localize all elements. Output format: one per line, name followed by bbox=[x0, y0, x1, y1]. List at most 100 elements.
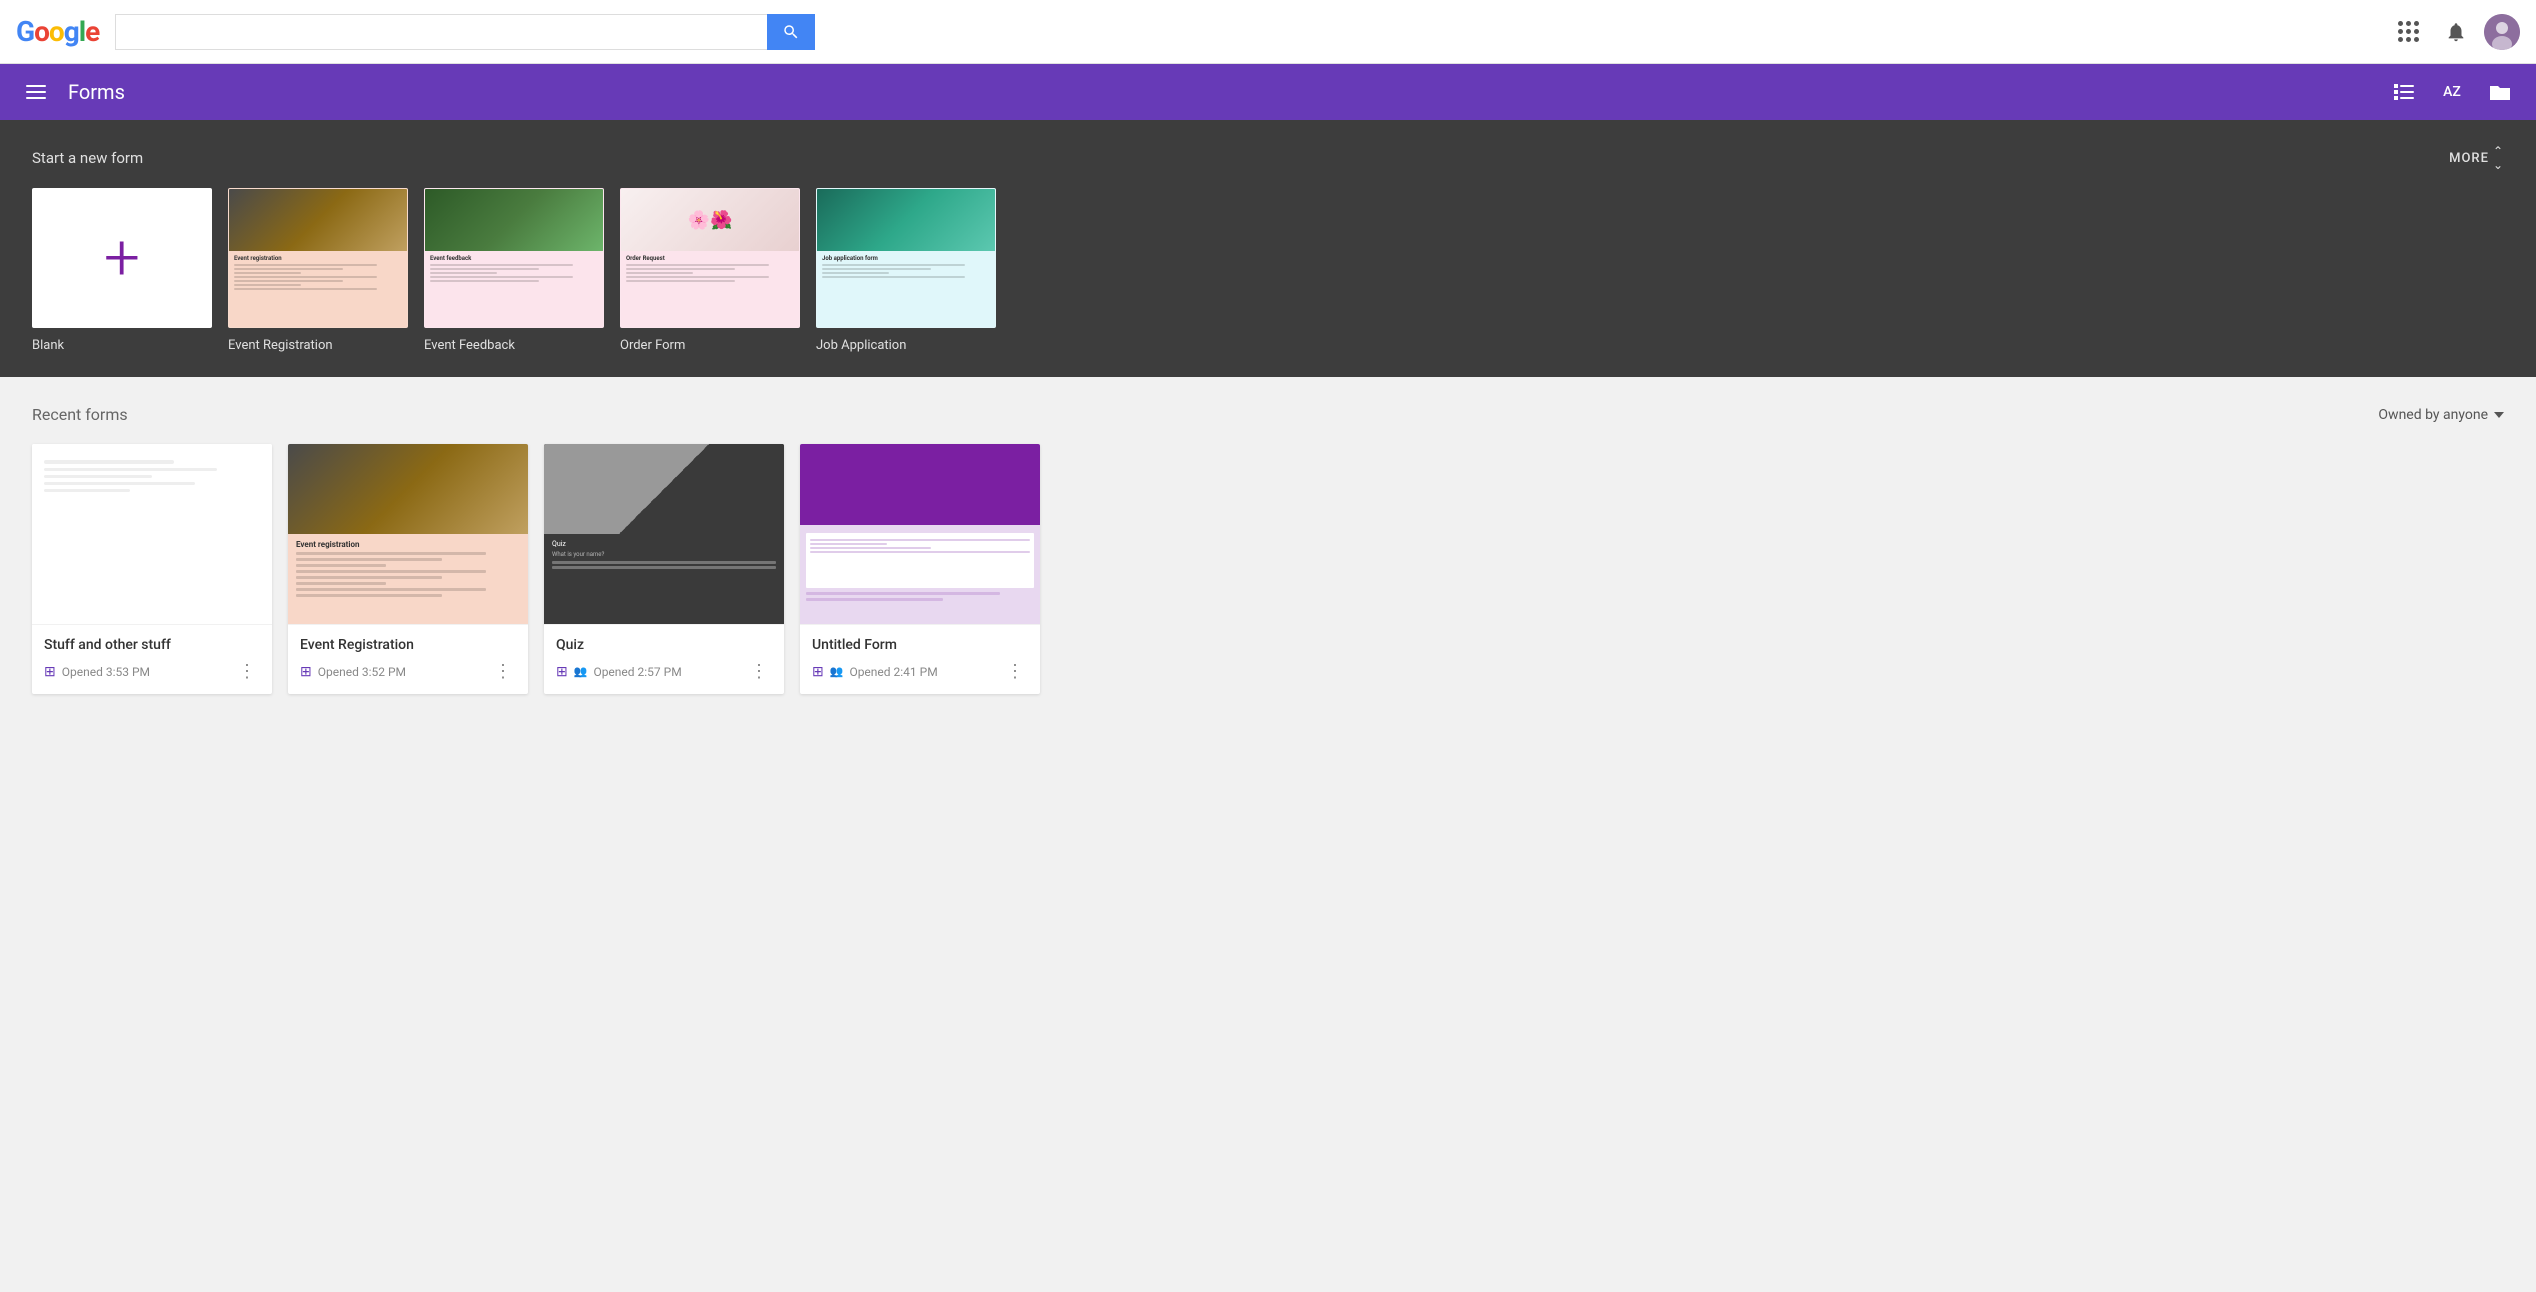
recent-card-info-stuff: ⊞ Opened 3:53 PM bbox=[44, 664, 150, 680]
owned-by-filter[interactable]: Owned by anyone bbox=[2378, 407, 2504, 423]
recent-opened-text-event-reg: Opened 3:52 PM bbox=[318, 665, 406, 679]
template-thumbnail-blank: + bbox=[32, 188, 212, 328]
more-options-untitled[interactable]: ⋮ bbox=[1002, 659, 1028, 684]
rc-untitled-white-box bbox=[806, 533, 1034, 588]
google-logo[interactable]: Google bbox=[16, 15, 99, 48]
preview-title: Event registration bbox=[234, 255, 402, 262]
folder-svg-icon bbox=[2488, 82, 2512, 102]
template-preview-body-job: Job application form bbox=[817, 251, 995, 284]
preview-line bbox=[626, 268, 735, 270]
template-card-blank[interactable]: + Blank bbox=[32, 188, 212, 353]
google-bar: Google bbox=[0, 0, 2536, 64]
preview-line bbox=[822, 268, 931, 270]
recent-section-header: Recent forms Owned by anyone bbox=[32, 405, 2504, 424]
template-thumbnail-order: 🌸🌺 Order Request bbox=[620, 188, 800, 328]
recent-card-untitled[interactable]: Untitled Form ⊞ 👥 Opened 2:41 PM ⋮ bbox=[800, 444, 1040, 694]
rc-event-reg-img-top bbox=[288, 444, 528, 534]
template-thumbnail-event-feedback: Event feedback bbox=[424, 188, 604, 328]
recent-card-meta-quiz: ⊞ 👥 Opened 2:57 PM ⋮ bbox=[556, 659, 772, 684]
chevron-updown-icon: ⌃⌄ bbox=[2493, 144, 2504, 172]
preview-line bbox=[626, 276, 769, 278]
notifications-icon[interactable] bbox=[2436, 12, 2476, 52]
recent-card-info-untitled: ⊞ 👥 Opened 2:41 PM bbox=[812, 664, 938, 680]
template-card-event-feedback[interactable]: Event feedback Event Feedback bbox=[424, 188, 604, 353]
recent-card-title-quiz: Quiz bbox=[556, 637, 772, 653]
rc-preview-line bbox=[296, 558, 442, 561]
template-preview-body-order: Order Request bbox=[621, 251, 799, 288]
rc-preview-line bbox=[296, 564, 386, 567]
template-preview-event-reg: Event registration bbox=[229, 189, 407, 327]
sort-az-button[interactable]: AZ bbox=[2432, 72, 2472, 112]
preview-line bbox=[430, 264, 573, 266]
template-card-event-registration[interactable]: Event registration Event Registration bbox=[228, 188, 408, 353]
quiz-text: Quiz bbox=[552, 540, 776, 548]
rc-untitled-line bbox=[810, 539, 1030, 541]
forms-header: Forms AZ bbox=[0, 64, 2536, 120]
forms-title: Forms bbox=[68, 80, 2384, 104]
forms-icon-small-2: ⊞ bbox=[300, 664, 312, 680]
quiz-top bbox=[544, 444, 784, 534]
preview-line bbox=[626, 272, 693, 274]
list-view-icon[interactable] bbox=[2384, 72, 2424, 112]
recent-section: Recent forms Owned by anyone Stu bbox=[0, 377, 2536, 722]
rc-event-reg-preview-body: Event registration bbox=[288, 534, 528, 606]
rc-preview-title: Event registration bbox=[296, 540, 520, 549]
hamburger-menu-icon[interactable] bbox=[16, 72, 56, 112]
recent-section-title: Recent forms bbox=[32, 405, 128, 424]
recent-card-quiz[interactable]: Quiz What is your name? Quiz ⊞ 👥 Opened … bbox=[544, 444, 784, 694]
forms-icon-small: ⊞ bbox=[44, 664, 56, 680]
more-options-quiz[interactable]: ⋮ bbox=[746, 659, 772, 684]
recent-card-info-quiz: ⊞ 👥 Opened 2:57 PM bbox=[556, 664, 682, 680]
recent-opened-text-quiz: Opened 2:57 PM bbox=[593, 665, 681, 679]
recent-card-meta-untitled: ⊞ 👥 Opened 2:41 PM ⋮ bbox=[812, 659, 1028, 684]
template-preview-img-job bbox=[817, 189, 995, 251]
template-label-event-feedback: Event Feedback bbox=[424, 338, 604, 353]
apps-icon[interactable] bbox=[2388, 12, 2428, 52]
templates-section: Start a new form MORE ⌃⌄ + Blank Event r… bbox=[0, 120, 2536, 377]
more-options-stuff[interactable]: ⋮ bbox=[234, 659, 260, 684]
recent-opened-text-untitled: Opened 2:41 PM bbox=[849, 665, 937, 679]
recent-card-event-reg[interactable]: Event registration Event Registration bbox=[288, 444, 528, 694]
preview-line bbox=[430, 280, 539, 282]
more-options-event-reg[interactable]: ⋮ bbox=[490, 659, 516, 684]
list-lines-icon bbox=[2394, 84, 2414, 100]
shared-icon-quiz: 👥 bbox=[574, 665, 588, 678]
rc-preview-line bbox=[296, 576, 442, 579]
user-avatar[interactable] bbox=[2484, 14, 2520, 50]
preview-line bbox=[234, 268, 343, 270]
search-input[interactable] bbox=[115, 14, 767, 50]
rc-untitled-footer-line-2 bbox=[806, 598, 943, 601]
google-bar-right bbox=[2388, 12, 2520, 52]
rc-preview-line bbox=[296, 588, 486, 591]
recent-card-meta-event-reg: ⊞ Opened 3:52 PM ⋮ bbox=[300, 659, 516, 684]
preview-line bbox=[234, 272, 301, 274]
preview-line bbox=[430, 276, 573, 278]
more-label: MORE bbox=[2449, 151, 2489, 166]
more-button[interactable]: MORE ⌃⌄ bbox=[2449, 144, 2504, 172]
preview-line bbox=[822, 272, 889, 274]
preview-line bbox=[626, 264, 769, 266]
preview-title: Event feedback bbox=[430, 255, 598, 262]
template-card-order-form[interactable]: 🌸🌺 Order Request Order Form bbox=[620, 188, 800, 353]
search-icon bbox=[782, 23, 800, 41]
quiz-diagonal bbox=[544, 444, 784, 534]
quiz-bottom: Quiz What is your name? bbox=[544, 534, 784, 624]
recent-opened-text-stuff: Opened 3:53 PM bbox=[62, 665, 150, 679]
recent-card-stuff[interactable]: Stuff and other stuff ⊞ Opened 3:53 PM ⋮ bbox=[32, 444, 272, 694]
template-label-order-form: Order Form bbox=[620, 338, 800, 353]
preview-title: Order Request bbox=[626, 255, 794, 262]
templates-section-title: Start a new form bbox=[32, 149, 143, 167]
template-preview-event-feedback: Event feedback bbox=[425, 189, 603, 327]
recent-card-meta-stuff: ⊞ Opened 3:53 PM ⋮ bbox=[44, 659, 260, 684]
recent-card-title-stuff: Stuff and other stuff bbox=[44, 637, 260, 653]
preview-line bbox=[234, 284, 301, 286]
search-button[interactable] bbox=[767, 14, 815, 50]
preview-title: Job application form bbox=[822, 255, 990, 262]
rc-untitled-footer-line bbox=[806, 592, 1000, 595]
template-card-job-application[interactable]: Job application form Job Application bbox=[816, 188, 996, 353]
folder-icon[interactable] bbox=[2480, 72, 2520, 112]
preview-line bbox=[234, 280, 343, 282]
quiz-subtitle: What is your name? bbox=[552, 551, 776, 558]
recent-thumbnail-quiz: Quiz What is your name? bbox=[544, 444, 784, 624]
preview-line bbox=[626, 280, 735, 282]
